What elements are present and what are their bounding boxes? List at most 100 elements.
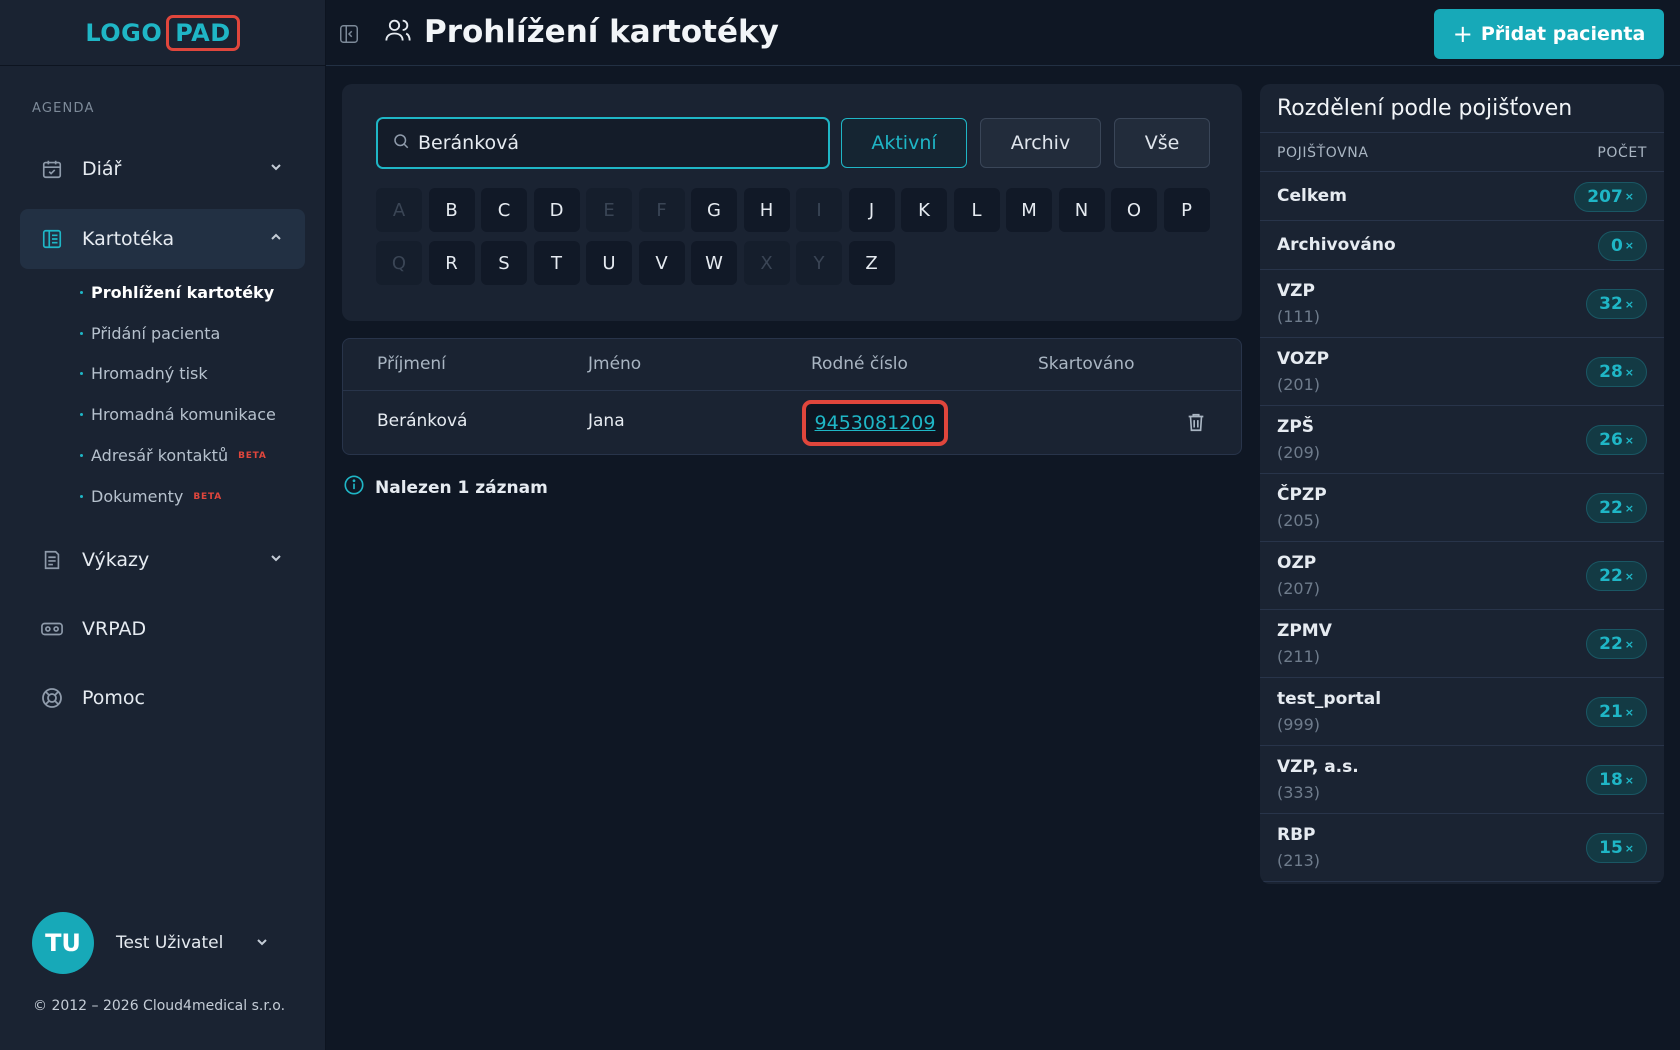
letter-filter-b[interactable]: B (428, 188, 475, 232)
insurance-name: VZP (1277, 281, 1315, 301)
insurance-row: ZPŠ (209) 26 × (1260, 406, 1664, 474)
sidebar-subitem-prohlizeni[interactable]: Prohlížení kartotéky (80, 283, 274, 302)
sidebar-subitem-dokumenty[interactable]: Dokumenty BETA (80, 487, 222, 506)
filter-active-button[interactable]: Aktivní (841, 118, 967, 168)
sidebar-collapse-icon[interactable] (338, 23, 360, 49)
count-suffix: × (1624, 297, 1634, 311)
filter-all-button[interactable]: Vše (1114, 118, 1210, 168)
column-header-skartovano[interactable]: Skartováno (1038, 354, 1134, 374)
sidebar-subitem-label: Přidání pacienta (91, 324, 221, 343)
sidebar-item-pomoc[interactable]: Pomoc (20, 668, 305, 728)
count-value: 0 (1610, 235, 1623, 256)
search-input[interactable] (418, 132, 818, 154)
count-suffix: × (1624, 190, 1634, 203)
insurance-code: (201) (1277, 375, 1321, 394)
user-menu[interactable]: TU Test Uživatel (32, 912, 269, 974)
column-header-prijmeni[interactable]: Příjmení (377, 354, 446, 374)
letter-filter-n[interactable]: N (1058, 188, 1105, 232)
bullet-dot (80, 413, 83, 416)
count-badge: 15 × (1586, 833, 1647, 863)
add-patient-label: Přidat pacienta (1480, 23, 1646, 45)
letter-filter-g[interactable]: G (691, 188, 737, 232)
count-suffix: × (1624, 239, 1634, 252)
count-badge: 18 × (1586, 765, 1647, 795)
sidebar-subitem-hromadna-komunikace[interactable]: Hromadná komunikace (80, 405, 276, 424)
letter-filter-c[interactable]: C (481, 188, 527, 232)
letter-filter-i: I (796, 188, 842, 232)
insurance-name: ZPŠ (1277, 417, 1315, 437)
search-icon (392, 132, 410, 154)
bullet-dot (80, 291, 83, 294)
count-suffix: × (1624, 433, 1634, 447)
letter-filter-w[interactable]: W (691, 241, 737, 285)
add-patient-button[interactable]: + Přidat pacienta (1434, 9, 1664, 59)
letter-filter-v[interactable]: V (638, 241, 685, 285)
chevron-up-icon (269, 229, 283, 248)
column-header-insurer: POJIŠŤOVNA (1277, 145, 1369, 161)
cell-rodne-cislo-link[interactable]: 9453081209 (802, 400, 948, 446)
cell-prijmeni: Beránková (377, 411, 468, 431)
sidebar-subitem-label: Prohlížení kartotéky (91, 283, 275, 302)
count-value: 15 (1599, 838, 1623, 858)
letter-filter-o[interactable]: O (1111, 188, 1157, 232)
bullet-dot (80, 495, 83, 498)
sidebar-subitem-adresar[interactable]: Adresář kontaktů BETA (80, 446, 267, 465)
logo-row: LOGO PAD (0, 0, 325, 66)
letter-filter-l[interactable]: L (953, 188, 1000, 232)
search-box[interactable] (376, 117, 830, 169)
filter-archive-button[interactable]: Archiv (980, 118, 1101, 168)
count-suffix: × (1624, 705, 1634, 719)
letter-filter-z[interactable]: Z (848, 241, 895, 285)
insurance-code: (207) (1277, 579, 1321, 598)
letter-filter-h[interactable]: H (743, 188, 790, 232)
count-badge: 207 × (1574, 181, 1647, 212)
insurance-code: (211) (1277, 647, 1321, 666)
report-icon (40, 548, 64, 572)
letter-filter-p[interactable]: P (1163, 188, 1210, 232)
logo-part-2: PAD (166, 14, 240, 51)
insurance-code: (205) (1277, 511, 1321, 530)
copyright: © 2012 – 2026 Cloud4medical s.r.o. (33, 998, 286, 1014)
sidebar-item-vykazy[interactable]: Výkazy (20, 530, 305, 590)
count-value: 207 (1587, 186, 1623, 207)
beta-badge: BETA (193, 491, 222, 502)
logo[interactable]: LOGO PAD (85, 14, 240, 51)
results-count-label: Nalezen 1 záznam (375, 477, 548, 498)
chevron-down-icon (255, 934, 269, 953)
count-value: 22 (1599, 498, 1623, 518)
column-header-jmeno[interactable]: Jméno (588, 354, 641, 374)
letter-filter-m[interactable]: M (1006, 188, 1052, 232)
sidebar-item-vrpad[interactable]: VRPAD (20, 599, 305, 659)
insurance-row: Celkem 207 × (1260, 172, 1664, 221)
page-title-wrap: Prohlížení kartotéky (384, 14, 779, 50)
letter-filter-s[interactable]: S (481, 241, 527, 285)
insurance-name: test_portal (1277, 689, 1382, 709)
sidebar-item-diar[interactable]: Diář (20, 139, 305, 199)
letter-filter-a: A (376, 188, 422, 232)
sidebar-subitem-pridani[interactable]: Přidání pacienta (80, 324, 220, 343)
results-table: Příjmení Jméno Rodné číslo Skartováno Be… (342, 338, 1242, 455)
trash-icon[interactable] (1185, 410, 1207, 439)
bullet-dot (80, 372, 83, 375)
letter-filter-r[interactable]: R (428, 241, 475, 285)
insurance-name: VZP, a.s. (1277, 757, 1359, 777)
table-header: Příjmení Jméno Rodné číslo Skartováno (343, 339, 1241, 391)
insurance-name: RBP (1277, 825, 1316, 845)
letter-filter-j[interactable]: J (848, 188, 895, 232)
plus-icon: + (1452, 20, 1473, 48)
letter-filter-d[interactable]: D (533, 188, 580, 232)
letter-filter-k[interactable]: K (901, 188, 947, 232)
insurance-name: OZP (1277, 553, 1317, 573)
letter-filter-u[interactable]: U (586, 241, 632, 285)
sidebar-item-kartoteka[interactable]: Kartotéka (20, 209, 305, 269)
insurance-code: (333) (1277, 783, 1321, 802)
sidebar-item-label: VRPAD (82, 618, 147, 640)
insurance-row: ČPZP (205) 22 × (1260, 474, 1664, 542)
logo-part-1: LOGO (85, 18, 163, 47)
count-value: 32 (1599, 294, 1623, 314)
sidebar-subitem-hromadny-tisk[interactable]: Hromadný tisk (80, 364, 208, 383)
column-header-rodne-cislo[interactable]: Rodné číslo (811, 354, 908, 374)
letter-filter-t[interactable]: T (533, 241, 580, 285)
bullet-dot (80, 332, 83, 335)
table-row[interactable]: Beránková Jana 9453081209 (343, 391, 1241, 454)
